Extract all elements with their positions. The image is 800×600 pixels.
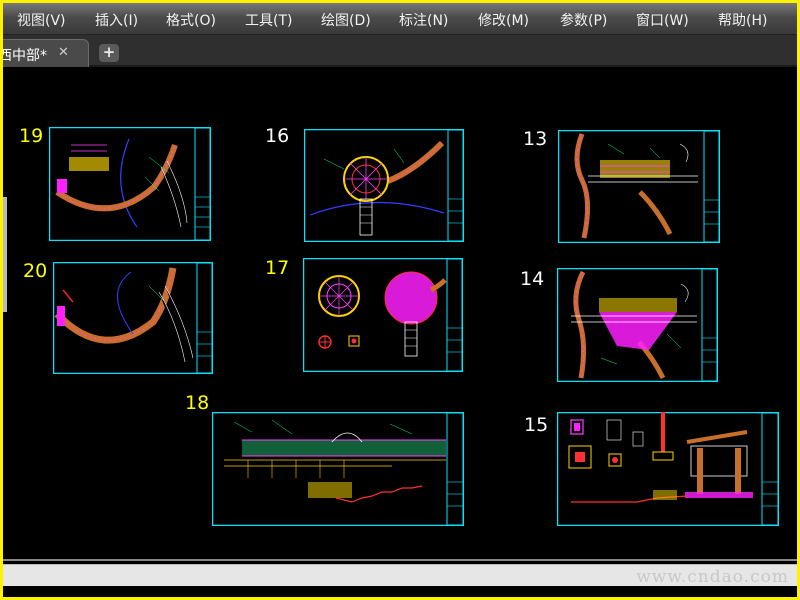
- menu-dimension[interactable]: 标注(N): [399, 10, 448, 30]
- menu-bar: 视图(V) 插入(I) 格式(O) 工具(T) 绘图(D) 标注(N) 修改(M…: [3, 3, 797, 35]
- sheet-number-16: 16: [265, 125, 290, 147]
- menu-format[interactable]: 格式(O): [166, 10, 216, 30]
- drawing-canvas[interactable]: 19 16 13 20 17 14 18 15: [3, 69, 797, 559]
- document-tab[interactable]: 西中部* ✕: [3, 39, 89, 67]
- menu-view[interactable]: 视图(V): [17, 10, 66, 30]
- sheet-number-18: 18: [185, 392, 210, 414]
- menu-draw[interactable]: 绘图(D): [321, 10, 371, 30]
- sheet-number-13: 13: [523, 128, 548, 150]
- menu-insert[interactable]: 插入(I): [95, 10, 138, 30]
- canvas-bottom-border: [3, 559, 797, 561]
- menu-window[interactable]: 窗口(W): [636, 10, 689, 30]
- drawing-sheet-13[interactable]: [558, 130, 720, 243]
- sheet-number-19: 19: [19, 125, 44, 147]
- watermark: www.cndao.com: [636, 567, 789, 587]
- drawing-sheet-20[interactable]: [53, 262, 213, 374]
- menu-help[interactable]: 帮助(H): [718, 10, 767, 30]
- menu-tools[interactable]: 工具(T): [245, 10, 292, 30]
- drawing-sheet-19[interactable]: [49, 127, 211, 241]
- new-tab-button[interactable]: +: [99, 44, 119, 62]
- drawing-sheet-15[interactable]: [557, 412, 779, 526]
- close-icon[interactable]: ✕: [58, 45, 69, 60]
- document-tab-label: 西中部*: [3, 48, 47, 64]
- drawing-sheet-18[interactable]: [212, 412, 464, 526]
- sheet-number-20: 20: [23, 260, 48, 282]
- menu-modify[interactable]: 修改(M): [478, 10, 529, 30]
- drawing-sheet-17[interactable]: [303, 258, 463, 372]
- sheet-number-17: 17: [265, 257, 290, 279]
- sheet-number-15: 15: [524, 414, 549, 436]
- menu-parameters[interactable]: 参数(P): [560, 10, 607, 30]
- application-window: 视图(V) 插入(I) 格式(O) 工具(T) 绘图(D) 标注(N) 修改(M…: [3, 3, 797, 597]
- document-tab-bar: 西中部* ✕ +: [3, 35, 797, 67]
- drawing-sheet-14[interactable]: [557, 268, 718, 382]
- drawing-sheet-16[interactable]: [304, 129, 464, 242]
- vertical-ruler-marker: [3, 197, 7, 312]
- sheet-number-14: 14: [520, 268, 545, 290]
